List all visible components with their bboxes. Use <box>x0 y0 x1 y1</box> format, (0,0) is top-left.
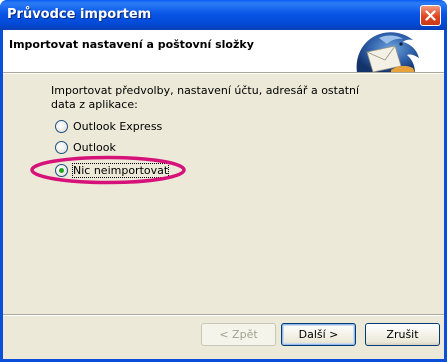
option-outlook[interactable]: Outlook <box>55 139 116 155</box>
radio-outlook[interactable] <box>55 140 68 154</box>
title-bar[interactable]: Průvodce importem <box>0 0 447 30</box>
import-description: Importovat předvolby, nastavení účtu, ad… <box>51 84 360 111</box>
option-outlook-express[interactable]: Outlook Express <box>55 118 162 134</box>
highlight-ellipse <box>30 155 186 185</box>
header-divider-highlight <box>3 73 444 74</box>
radio-outlook-express[interactable] <box>55 119 68 133</box>
window-title: Průvodce importem <box>7 7 152 22</box>
close-button[interactable] <box>420 5 441 26</box>
wizard-header: Importovat nastavení a poštovní složky <box>3 30 444 73</box>
back-button[interactable]: < Zpět <box>201 323 276 346</box>
next-button[interactable]: Další > <box>281 323 356 346</box>
footer-divider-highlight <box>3 315 444 316</box>
option-outlook-label: Outlook <box>73 140 116 154</box>
thunderbird-logo-icon <box>356 32 419 73</box>
page-title: Importovat nastavení a poštovní složky <box>9 38 254 51</box>
cancel-button[interactable]: Zrušit <box>365 323 440 346</box>
import-wizard-window: Průvodce importem Importovat nastavení a… <box>0 0 447 362</box>
close-icon <box>425 10 436 21</box>
dialog-body: Importovat nastavení a poštovní složky I… <box>3 30 444 359</box>
option-outlook-express-label: Outlook Express <box>73 119 163 133</box>
